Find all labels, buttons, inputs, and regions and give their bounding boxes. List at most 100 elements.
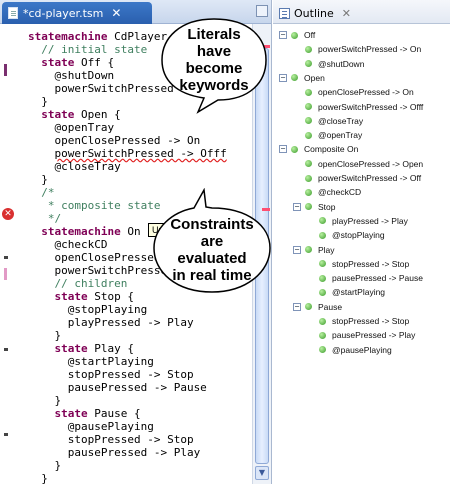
tree-item[interactable]: stopPressed -> Stop bbox=[319, 314, 409, 328]
collapse-toggle-icon[interactable]: − bbox=[279, 145, 287, 154]
collapse-toggle-icon[interactable]: − bbox=[279, 73, 287, 82]
tree-item[interactable]: openClosePressed -> On bbox=[305, 85, 414, 99]
state-node-icon bbox=[319, 260, 326, 268]
tree-item[interactable]: − Pause bbox=[293, 300, 342, 314]
tree-item[interactable]: − Composite On bbox=[279, 142, 358, 156]
tree-item-label: stopPressed -> Stop bbox=[332, 258, 410, 269]
fold-marker bbox=[4, 348, 8, 351]
change-marker bbox=[4, 268, 7, 280]
tree-item[interactable]: @stopPlaying bbox=[319, 228, 385, 242]
tree-item[interactable]: powerSwitchPressed -> Off bbox=[305, 171, 421, 185]
state-node-icon bbox=[305, 60, 312, 68]
code-line[interactable]: @stopPlaying bbox=[28, 303, 252, 316]
tree-item-label: openClosePressed -> Open bbox=[318, 158, 424, 169]
tree-item[interactable]: stopPressed -> Stop bbox=[319, 257, 409, 271]
code-line[interactable]: stopPressed -> Stop bbox=[28, 433, 252, 446]
tree-item-label: pausePressed -> Play bbox=[332, 330, 416, 341]
tree-item-label: Off bbox=[304, 30, 316, 40]
tree-item[interactable]: @startPlaying bbox=[319, 285, 385, 299]
state-node-icon bbox=[319, 217, 326, 225]
code-line[interactable]: } bbox=[28, 459, 252, 472]
code-line[interactable]: openClosePressed -> On bbox=[28, 134, 252, 147]
state-node-icon bbox=[305, 160, 312, 168]
tree-item-label: @stopPlaying bbox=[332, 230, 385, 241]
state-node-icon bbox=[319, 346, 326, 354]
tree-item[interactable]: − Off bbox=[279, 28, 315, 42]
outline-icon bbox=[279, 7, 290, 19]
tree-item[interactable]: @pausePlaying bbox=[319, 343, 392, 357]
state-node-icon bbox=[305, 103, 312, 110]
code-line[interactable]: stopPressed -> Stop bbox=[28, 368, 252, 381]
code-line[interactable]: pausePressed -> Play bbox=[28, 446, 252, 459]
tree-item-label: Pause bbox=[318, 301, 343, 312]
code-line[interactable]: @pausePlaying bbox=[28, 420, 252, 433]
tree-item-label: playPressed -> Play bbox=[332, 215, 408, 226]
error-icon[interactable]: ✕ bbox=[2, 208, 14, 220]
code-line[interactable]: } bbox=[28, 329, 252, 342]
state-node-icon bbox=[305, 303, 312, 311]
state-node-icon bbox=[291, 145, 298, 153]
callout-constraints-text: Constraints are evaluated in real time bbox=[170, 216, 254, 284]
code-line[interactable]: } bbox=[28, 472, 252, 484]
tree-item[interactable]: powerSwitchPressed -> On bbox=[305, 42, 421, 56]
state-node-icon bbox=[291, 74, 298, 82]
outline-pane: Outline ✕ − Off powerSwitchPressed -> On @s… bbox=[273, 0, 450, 484]
outline-tab[interactable]: Outline ✕ bbox=[275, 3, 351, 23]
code-line[interactable]: state Play { bbox=[28, 342, 252, 355]
code-line[interactable]: @closeTray bbox=[28, 160, 252, 173]
callout-keywords-text: Literals have become keywords bbox=[179, 26, 249, 94]
code-line[interactable]: } bbox=[28, 394, 252, 407]
tree-item[interactable]: @openTray bbox=[305, 128, 362, 142]
tree-item[interactable]: @checkCD bbox=[305, 185, 361, 199]
tree-item[interactable]: playPressed -> Play bbox=[319, 214, 408, 228]
tree-item[interactable]: − Stop bbox=[293, 200, 336, 214]
tree-item-label: stopPressed -> Stop bbox=[332, 316, 410, 326]
fold-marker bbox=[4, 256, 8, 259]
code-line[interactable]: @openTray bbox=[28, 121, 252, 134]
file-icon bbox=[8, 7, 18, 19]
code-line[interactable]: state Pause { bbox=[28, 407, 252, 420]
tree-item[interactable]: openClosePressed -> Open bbox=[305, 157, 423, 171]
collapse-toggle-icon[interactable]: − bbox=[279, 31, 287, 39]
tree-item[interactable]: − Play bbox=[293, 243, 335, 257]
state-node-icon bbox=[305, 45, 312, 53]
fold-marker bbox=[4, 433, 8, 436]
outline-tabbar: Outline ✕ bbox=[273, 0, 450, 24]
state-node-icon bbox=[305, 117, 312, 125]
state-node-icon bbox=[305, 203, 312, 211]
code-line[interactable]: @startPlaying bbox=[28, 355, 252, 368]
tree-item[interactable]: @shutDown bbox=[305, 57, 364, 71]
tree-item-label: powerSwitchPressed -> On bbox=[318, 44, 422, 55]
tree-item-label: Composite On bbox=[304, 144, 359, 155]
outline-tab-title: Outline bbox=[294, 6, 334, 20]
tree-item-label: @openTray bbox=[318, 130, 363, 141]
collapse-toggle-icon[interactable]: − bbox=[293, 302, 301, 311]
close-icon[interactable]: ✕ bbox=[111, 6, 121, 20]
state-node-icon bbox=[319, 317, 326, 325]
tree-item[interactable]: @closeTray bbox=[305, 114, 363, 128]
callout-constraints: Constraints are evaluated in real time bbox=[150, 188, 274, 296]
collapse-toggle-icon[interactable]: − bbox=[293, 245, 301, 254]
state-node-icon bbox=[305, 174, 312, 182]
code-line[interactable]: playPressed -> Play bbox=[28, 316, 252, 329]
collapse-toggle-icon[interactable]: − bbox=[293, 202, 301, 211]
code-line[interactable]: } bbox=[28, 173, 252, 186]
state-node-icon bbox=[305, 131, 312, 139]
tree-item[interactable]: pausePressed -> Pause bbox=[319, 271, 423, 285]
code-line[interactable]: powerSwitchPressed -> Offf bbox=[28, 147, 252, 160]
close-icon[interactable]: ✕ bbox=[342, 7, 351, 20]
tree-item-label: @closeTray bbox=[318, 115, 364, 126]
tree-item-label: powerSwitchPressed -> Off bbox=[318, 173, 422, 183]
tree-item[interactable]: − Open bbox=[279, 71, 325, 85]
code-line[interactable]: pausePressed -> Pause bbox=[28, 381, 252, 394]
tree-item[interactable]: powerSwitchPressed -> Offf bbox=[305, 100, 423, 114]
tree-item[interactable]: pausePressed -> Play bbox=[319, 328, 415, 342]
state-node-icon bbox=[319, 231, 326, 239]
editor-tab[interactable]: *cd-player.tsm ✕ bbox=[2, 2, 152, 24]
state-node-icon bbox=[305, 188, 312, 196]
tree-item-label: Stop bbox=[318, 201, 336, 212]
scroll-down-arrow-icon[interactable]: ▼ bbox=[255, 466, 269, 480]
state-node-icon bbox=[305, 88, 312, 96]
editor-gutter bbox=[0, 24, 26, 484]
tree-item-label: @startPlaying bbox=[332, 287, 386, 298]
